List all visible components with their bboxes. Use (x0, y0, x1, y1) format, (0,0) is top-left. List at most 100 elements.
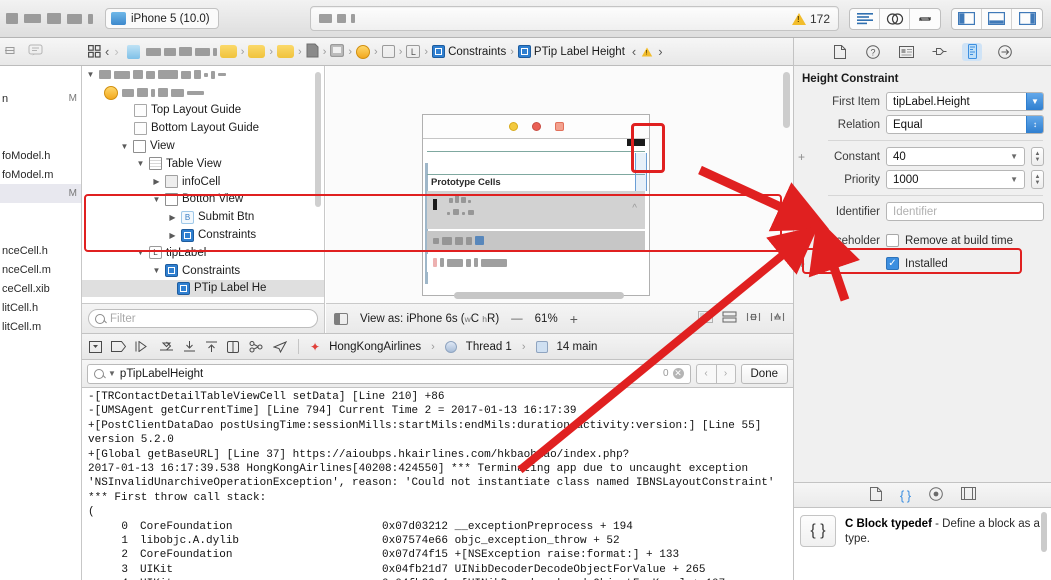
chevron-down-icon[interactable]: ▼ (1010, 175, 1018, 184)
list-item[interactable] (0, 70, 81, 89)
scheme-destination-selector[interactable]: iPhone 5 (10.0) (105, 8, 219, 29)
outline-row-table-view[interactable]: ▼ Table View (82, 155, 324, 173)
related-items-icon[interactable] (88, 45, 101, 58)
pin-icon[interactable] (746, 311, 761, 326)
disclosure-triangle[interactable]: ▼ (152, 195, 161, 204)
document-outline[interactable]: ▼ Top Layout Guide (82, 66, 325, 303)
run-button-blurred[interactable] (6, 13, 18, 24)
outline-row-submit-btn[interactable]: ▶ B Submit Btn (82, 208, 324, 226)
constraints-group-icon[interactable] (432, 45, 445, 58)
scene-canvas-body[interactable]: Prototype Cells ^ (423, 139, 649, 296)
library-scrollbar[interactable] (1041, 512, 1047, 552)
object-library-icon[interactable] (929, 487, 943, 504)
toggle-navigator-icon[interactable] (952, 9, 982, 29)
list-item[interactable]: nceCell.h (0, 241, 81, 260)
first-item-popup[interactable]: tipLabel.Height ▼ (886, 92, 1044, 111)
quick-help-icon[interactable]: ? (863, 43, 883, 61)
previous-file-icon[interactable] (4, 45, 18, 59)
scheme-blurred-2[interactable] (67, 14, 82, 24)
zoom-out-button[interactable]: — (511, 313, 523, 325)
standard-editor-icon[interactable] (850, 9, 880, 29)
outline-row[interactable] (82, 84, 324, 102)
view-hierarchy-icon[interactable] (227, 341, 240, 353)
view-controller-scene[interactable]: Prototype Cells ^ (422, 114, 650, 296)
comment-icon[interactable] (28, 44, 43, 60)
breadcrumb-blurred-path[interactable] (146, 47, 217, 56)
list-item[interactable]: { } C Block typedef - Define a block as … (800, 515, 1046, 547)
previous-match-button[interactable]: ‹ (696, 364, 716, 384)
view-controller-dock-icon[interactable] (532, 122, 541, 131)
zoom-in-button[interactable]: + (570, 311, 578, 327)
interface-builder-canvas[interactable]: Prototype Cells ^ (326, 66, 793, 303)
next-match-button[interactable]: › (716, 364, 736, 384)
clear-search-icon[interactable]: ✕ (673, 368, 684, 379)
toggle-debug-area-icon[interactable] (982, 9, 1012, 29)
identifier-input[interactable]: Identifier (886, 202, 1044, 221)
list-item[interactable] (0, 127, 81, 146)
folder-icon[interactable] (248, 45, 265, 58)
next-issue-button[interactable]: › (658, 44, 662, 59)
canvas-horizontal-scrollbar[interactable] (454, 292, 624, 299)
scene-icon[interactable] (330, 44, 344, 60)
outline-row-ptip-label-height[interactable]: PTip Label He (82, 280, 324, 298)
hide-debug-area-icon[interactable] (89, 341, 102, 353)
console-search-input[interactable]: ▼ pTipLabelHeight 0 ✕ (87, 364, 691, 384)
debug-frame-label[interactable]: 14 main (557, 341, 598, 353)
disclosure-triangle[interactable]: ▼ (120, 142, 129, 151)
installed-checkbox[interactable]: ✓ (886, 257, 899, 270)
list-item[interactable]: ceCell.xib (0, 279, 81, 298)
list-item[interactable]: nceCell.m (0, 260, 81, 279)
code-snippet-library-icon[interactable]: { } (900, 488, 911, 503)
outline-row-top-layout-guide[interactable]: Top Layout Guide (82, 102, 324, 120)
priority-stepper[interactable]: ▲▼ (1031, 170, 1044, 189)
list-item[interactable] (0, 203, 81, 222)
attributes-inspector-icon[interactable] (929, 43, 949, 61)
view-controller-icon[interactable] (356, 45, 370, 59)
file-inspector-icon[interactable] (830, 43, 850, 61)
disclosure-triangle[interactable]: ▶ (168, 213, 177, 222)
disclosure-triangle[interactable]: ▼ (136, 159, 145, 168)
outline-row-bottom-layout-guide[interactable]: Bottom Layout Guide (82, 119, 324, 137)
view-icon[interactable] (382, 45, 395, 58)
breadcrumb-item-constraints[interactable]: Constraints (448, 46, 506, 58)
list-item[interactable]: litCell.h (0, 298, 81, 317)
previous-issue-button[interactable]: ‹ (632, 44, 636, 59)
step-out-icon[interactable] (205, 341, 218, 353)
search-nav-buttons[interactable]: ‹ › (696, 364, 736, 384)
list-item[interactable] (0, 108, 81, 127)
list-item-selected[interactable]: M (0, 184, 81, 203)
list-item[interactable]: foModel.m (0, 165, 81, 184)
disclosure-triangle[interactable]: ▼ (86, 70, 95, 79)
debug-process-label[interactable]: HongKongAirlines (329, 341, 421, 353)
list-item[interactable] (0, 222, 81, 241)
outline-row-constraints-label[interactable]: ▼ Constraints (82, 262, 324, 280)
chevron-down-icon[interactable]: ▼ (1010, 152, 1018, 161)
outline-row-botton-view[interactable]: ▼ Botton View (82, 191, 324, 209)
add-variation-icon[interactable]: + (798, 257, 805, 271)
add-variation-icon[interactable]: + (798, 150, 805, 164)
constant-input[interactable]: 40 ▼ (886, 147, 1025, 166)
placeholder-checkbox[interactable] (886, 234, 899, 247)
disclosure-triangle[interactable]: ▶ (168, 231, 177, 240)
size-inspector-icon[interactable] (962, 43, 982, 61)
canvas-vertical-scrollbar[interactable] (783, 72, 790, 128)
label-icon[interactable]: L (406, 45, 420, 58)
step-into-icon[interactable] (183, 341, 196, 353)
outline-row-tiplabel[interactable]: ▼ L tipLabel (82, 244, 324, 262)
relation-popup[interactable]: Equal ↕ (886, 115, 1044, 134)
outline-row[interactable]: ▼ (82, 66, 324, 84)
outline-row-infocell[interactable]: ▶ infoCell (82, 173, 324, 191)
disclosure-triangle[interactable]: ▶ (152, 177, 161, 186)
chevron-down-icon[interactable]: ▼ (1026, 93, 1043, 110)
debug-thread-label[interactable]: Thread 1 (466, 341, 512, 353)
project-navigator[interactable]: n M foModel.h foModel.m M nceCell.h nceC… (0, 66, 82, 580)
version-editor-icon[interactable] (910, 9, 940, 29)
editor-mode-segmented-control[interactable] (849, 8, 941, 30)
console-output[interactable]: -[TRContactDetailTableViewCell setData] … (82, 388, 793, 580)
exit-icon[interactable] (555, 122, 564, 131)
document-outline-toggle-icon[interactable] (334, 313, 348, 325)
prototype-cell-3[interactable] (427, 254, 645, 272)
breadcrumb-item-ptip-label-height[interactable]: PTip Label Height (534, 46, 625, 58)
priority-input[interactable]: 1000 ▼ (886, 170, 1025, 189)
library-list[interactable]: { } C Block typedef - Define a block as … (794, 508, 1051, 580)
